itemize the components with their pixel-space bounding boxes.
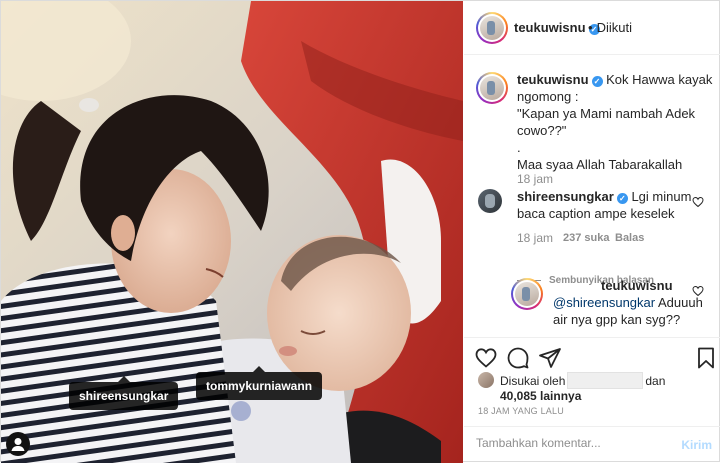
caption-line: ngomong : xyxy=(517,89,579,104)
share-icon[interactable] xyxy=(538,346,562,370)
caption-author-avatar[interactable] xyxy=(476,72,508,104)
caption: teukuwisnu ✓ Kok Hawwa kayak ngomong : "K… xyxy=(517,71,713,173)
caption-line: . xyxy=(517,140,521,155)
post-details-panel: teukuwisnu ✓ • Diikuti teukuwisnu ✓ Kok Haw… xyxy=(464,1,720,463)
likes-summary: Disukai oleh dan 40,085 lainnya xyxy=(500,372,665,404)
likes-prefix: Disukai oleh xyxy=(500,374,566,388)
likes-suffix: dan xyxy=(645,374,666,388)
reply-line: Aduuuh xyxy=(658,295,703,310)
post-actions: Disukai oleh dan 40,085 lainnya 18 JAM YA… xyxy=(464,337,720,427)
liker-avatar[interactable] xyxy=(478,372,494,388)
post-photo[interactable]: shireensungkar tommykurniawann xyxy=(1,1,463,463)
comment-username[interactable]: shireensungkar xyxy=(517,189,614,204)
photo-tag-tommykurniawann[interactable]: tommykurniawann xyxy=(196,366,323,400)
comment-time: 18 jam xyxy=(517,231,554,245)
reply-author-avatar[interactable] xyxy=(511,278,543,310)
reply-like-icon[interactable] xyxy=(692,285,704,297)
comment-likes[interactable]: 237 suka xyxy=(563,232,609,244)
verified-icon: ✓ xyxy=(591,76,603,87)
add-comment-bar: Kirim xyxy=(464,426,720,463)
reply-mention[interactable]: @shireensungkar xyxy=(553,295,655,310)
reply-button[interactable]: Balas xyxy=(615,232,644,244)
post-header: teukuwisnu ✓ • Diikuti xyxy=(464,1,720,55)
bookmark-icon[interactable] xyxy=(694,346,718,370)
caption-line: Maa syaa Allah Tabarakallah xyxy=(517,157,683,172)
post-timestamp[interactable]: 18 JAM YANG LALU xyxy=(478,406,564,416)
post-dialog: shireensungkar tommykurniawann teukuwisn… xyxy=(0,0,720,463)
comment-line: baca caption ampe keselek xyxy=(517,206,675,221)
comment: shireensungkar ✓ Lgi minum baca caption a… xyxy=(517,188,692,222)
caption-line: cowo??" xyxy=(517,123,567,138)
user-tag-icon[interactable] xyxy=(6,432,30,456)
comment-icon[interactable] xyxy=(506,346,530,370)
author-avatar[interactable] xyxy=(476,12,508,44)
post-comment-button[interactable]: Kirim xyxy=(681,438,712,452)
reply-line: air nya gpp kan syg?? xyxy=(553,312,681,327)
comment-like-icon[interactable] xyxy=(692,196,704,208)
comment-input[interactable] xyxy=(476,436,666,450)
follow-status[interactable]: • Diikuti xyxy=(588,20,632,35)
author-username[interactable]: teukuwisnu ✓ xyxy=(514,20,600,35)
comment-line: Lgi minum xyxy=(631,189,692,204)
caption-line: Kok Hawwa kayak xyxy=(606,72,713,87)
caption-line: "Kapan ya Mami nambah Adek xyxy=(517,106,696,121)
commenter-avatar[interactable] xyxy=(478,189,502,213)
verified-icon: ✓ xyxy=(616,193,628,204)
caption-username[interactable]: teukuwisnu xyxy=(517,72,589,87)
reply-comment: teukuwisnu @shireensungkar Aduuuh air ny… xyxy=(553,277,713,328)
photo-tag-shireensungkar[interactable]: shireensungkar xyxy=(69,376,179,410)
heart-icon[interactable] xyxy=(474,346,498,370)
comments-list: teukuwisnu ✓ Kok Hawwa kayak ngomong : "K… xyxy=(464,56,720,337)
reply-username[interactable]: teukuwisnu xyxy=(601,278,673,293)
likes-count[interactable]: 40,085 lainnya xyxy=(500,389,581,403)
redacted-username xyxy=(567,372,644,389)
caption-time: 18 jam xyxy=(517,172,554,186)
